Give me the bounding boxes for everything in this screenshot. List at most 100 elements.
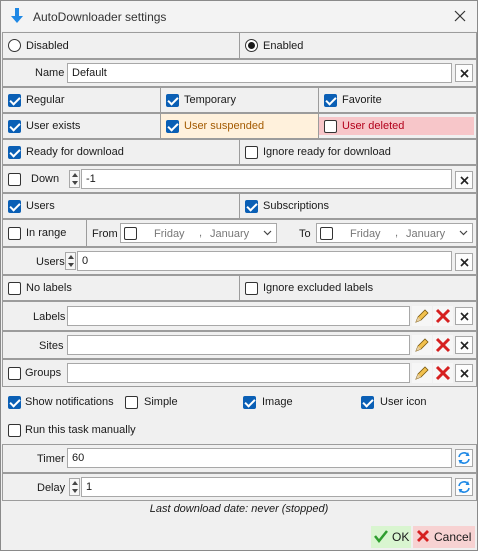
regular-option[interactable]: Regular [3, 88, 161, 112]
users-count-spinner[interactable] [65, 252, 76, 270]
groups-checkbox[interactable] [8, 367, 21, 380]
image-checkbox[interactable] [243, 396, 256, 409]
ignore-excluded-label: Ignore excluded labels [263, 282, 374, 294]
labels-field[interactable] [67, 306, 410, 326]
disabled-label: Disabled [26, 40, 69, 52]
users-count-clear-button[interactable] [455, 253, 473, 271]
chevron-down-icon [263, 230, 272, 236]
user-deleted-option[interactable]: User deleted [319, 117, 474, 135]
ready-option[interactable]: Ready for download [3, 140, 240, 164]
subscriptions-label: Subscriptions [263, 200, 330, 212]
users-count-field[interactable]: 0 [77, 251, 452, 271]
window-title: AutoDownloader settings [33, 10, 167, 24]
cancel-button[interactable]: Cancel [413, 526, 475, 548]
down-spinner[interactable] [69, 170, 80, 188]
subscriptions-checkbox[interactable] [245, 200, 258, 213]
mode-row: Disabled Enabled [2, 32, 477, 59]
ready-checkbox[interactable] [8, 146, 21, 159]
labels-edit-button[interactable] [412, 306, 432, 326]
user-exists-option[interactable]: User exists [3, 114, 161, 138]
run-manually-label: Run this task manually [25, 424, 136, 436]
user-suspended-checkbox[interactable] [166, 120, 179, 133]
down-checkbox[interactable] [8, 173, 21, 186]
sites-clear-button[interactable] [455, 336, 473, 354]
favorite-option[interactable]: Favorite [319, 88, 476, 112]
range-row: In range From Friday , January To Friday… [2, 219, 477, 247]
user-exists-label: User exists [26, 120, 81, 132]
simple-label: Simple [144, 396, 178, 408]
in-range-label: In range [26, 227, 67, 239]
no-labels-option[interactable]: No labels [3, 276, 240, 300]
labels-delete-button[interactable] [433, 306, 453, 326]
show-notifications-checkbox[interactable] [8, 396, 21, 409]
enabled-option[interactable]: Enabled [240, 33, 476, 58]
enabled-radio[interactable] [245, 39, 258, 52]
labels-clear-button[interactable] [455, 307, 473, 325]
chevron-down-icon [459, 230, 468, 236]
refresh-icon [458, 452, 470, 464]
user-state-row: User exists User suspended User deleted [2, 113, 477, 139]
simple-checkbox[interactable] [125, 396, 138, 409]
close-icon [460, 312, 469, 321]
settings-window: AutoDownloader settings Disabled Enabled… [0, 0, 478, 551]
temporary-option[interactable]: Temporary [161, 88, 319, 112]
download-arrow-icon [11, 8, 23, 23]
user-suspended-option[interactable]: User suspended [161, 114, 319, 138]
temporary-checkbox[interactable] [166, 94, 179, 107]
refresh-icon [458, 481, 470, 493]
subscriptions-option[interactable]: Subscriptions [240, 194, 476, 218]
to-date-checkbox[interactable] [320, 227, 333, 240]
user-exists-checkbox[interactable] [8, 120, 21, 133]
ignore-excluded-checkbox[interactable] [245, 282, 258, 295]
favorite-checkbox[interactable] [324, 94, 337, 107]
no-labels-checkbox[interactable] [8, 282, 21, 295]
user-deleted-checkbox[interactable] [324, 120, 337, 133]
down-field[interactable]: -1 [81, 169, 452, 189]
ignore-ready-option[interactable]: Ignore ready for download [240, 140, 476, 164]
users-label: Users [26, 200, 55, 212]
to-month: January [406, 228, 446, 240]
in-range-option[interactable]: In range [3, 220, 87, 246]
favorite-label: Favorite [342, 94, 382, 106]
delay-spinner[interactable] [69, 478, 80, 496]
sites-edit-button[interactable] [412, 335, 432, 355]
user-icon-checkbox[interactable] [361, 396, 374, 409]
timer-field[interactable]: 60 [67, 448, 452, 468]
from-date-checkbox[interactable] [124, 227, 137, 240]
disabled-option[interactable]: Disabled [3, 33, 240, 58]
from-day: Friday [154, 228, 185, 240]
to-date-picker[interactable]: Friday , January [316, 223, 473, 243]
from-label: From [92, 228, 118, 240]
ignore-ready-checkbox[interactable] [245, 146, 258, 159]
sites-field[interactable] [67, 335, 410, 355]
timer-refresh-button[interactable] [455, 449, 473, 467]
name-field[interactable]: Default [67, 63, 452, 83]
user-suspended-label: User suspended [184, 120, 265, 132]
last-download-status: Last download date: never (stopped) [149, 503, 329, 515]
groups-clear-button[interactable] [455, 364, 473, 382]
ready-label: Ready for download [26, 146, 124, 158]
ok-button[interactable]: OK [371, 526, 411, 548]
regular-checkbox[interactable] [8, 94, 21, 107]
users-option[interactable]: Users [3, 194, 240, 218]
groups-delete-button[interactable] [433, 363, 453, 383]
from-date-picker[interactable]: Friday , January [120, 223, 277, 243]
close-icon[interactable] [451, 7, 469, 25]
run-manually-checkbox[interactable] [8, 424, 21, 437]
name-clear-button[interactable] [455, 64, 473, 82]
in-range-checkbox[interactable] [8, 227, 21, 240]
disabled-radio[interactable] [8, 39, 21, 52]
groups-field[interactable] [67, 363, 410, 383]
down-clear-button[interactable] [455, 171, 473, 189]
delay-label: Delay [37, 482, 66, 494]
delay-field[interactable]: 1 [81, 477, 452, 497]
red-x-icon [435, 365, 451, 381]
users-checkbox[interactable] [8, 200, 21, 213]
groups-edit-button[interactable] [412, 363, 432, 383]
ignore-excluded-option[interactable]: Ignore excluded labels [240, 276, 476, 300]
sites-delete-button[interactable] [433, 335, 453, 355]
timer-label: Timer [37, 453, 65, 465]
no-labels-label: No labels [26, 282, 72, 294]
delay-refresh-button[interactable] [455, 478, 473, 496]
down-row: Down -1 [2, 165, 477, 193]
